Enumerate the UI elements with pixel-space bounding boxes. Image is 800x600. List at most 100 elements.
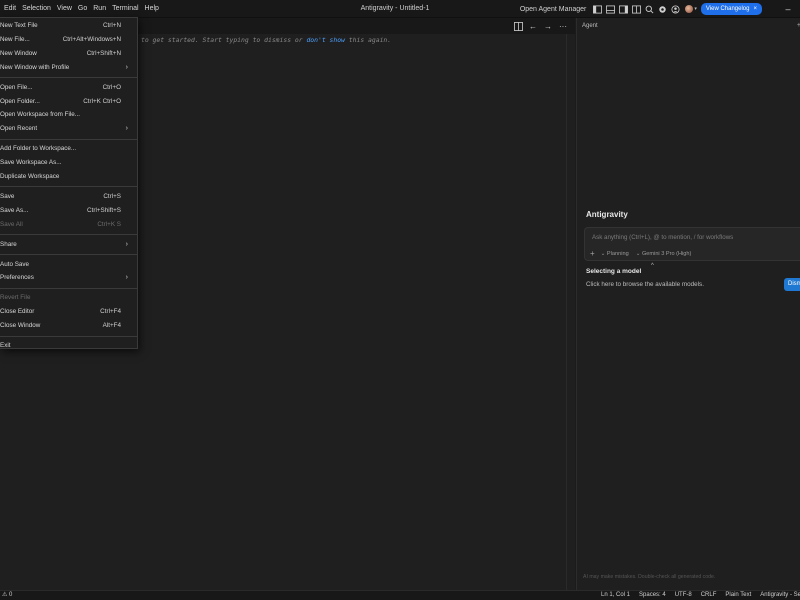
- chevron-right-icon: ›: [125, 125, 128, 133]
- menu-item-save-workspace-as[interactable]: Save Workspace As...: [0, 156, 137, 169]
- menu-item-open-workspace-from-file[interactable]: Open Workspace from File...: [0, 108, 137, 121]
- menu-item-label: Save All: [0, 220, 23, 228]
- menu-separator: [0, 186, 137, 188]
- menu-item-save[interactable]: Save Ctrl+S: [0, 190, 137, 203]
- menu-item-label: New Window: [0, 49, 37, 57]
- menu-item-label: New Text File: [0, 22, 38, 29]
- more-actions-icon[interactable]: ···: [557, 20, 569, 32]
- menu-help[interactable]: Help: [142, 0, 162, 18]
- hint-suffix: this again.: [344, 36, 392, 44]
- menu-item-shortcut: Ctrl+Alt+Windows+N: [62, 35, 121, 43]
- menu-terminal[interactable]: Terminal: [109, 0, 141, 18]
- menu-item-duplicate-workspace[interactable]: Duplicate Workspace: [0, 170, 137, 183]
- chevron-right-icon: ›: [125, 63, 128, 71]
- menu-item-save-as[interactable]: Save As... Ctrl+Shift+S: [0, 204, 137, 217]
- customize-layout-icon[interactable]: [632, 4, 642, 14]
- agent-panel-header: Agent +: [577, 18, 800, 36]
- menu-bar: Edit Selection View Go Run Terminal Help: [0, 0, 162, 18]
- menu-item-shortcut: Ctrl+K Ctrl+O: [83, 97, 121, 105]
- mode-selector[interactable]: ⌄ Planning: [601, 251, 629, 257]
- menu-separator: [0, 335, 137, 337]
- settings-gear-icon[interactable]: [658, 5, 667, 14]
- menu-item-new-window[interactable]: New Window Ctrl+Shift+N: [0, 47, 137, 60]
- indentation[interactable]: Spaces: 4: [639, 591, 666, 600]
- agent-chat-input[interactable]: Ask anything (Ctrl+L), @ to mention, / f…: [584, 227, 800, 269]
- agent-disclaimer: AI may make mistakes. Double-check all g…: [583, 574, 716, 580]
- model-notice-description[interactable]: Click here to browse the available model…: [586, 281, 704, 288]
- menu-item-save-all: Save All Ctrl+K S: [0, 218, 137, 231]
- menu-item-label: Duplicate Workspace: [0, 173, 60, 180]
- menu-selection[interactable]: Selection: [19, 0, 54, 18]
- menu-item-close-editor[interactable]: Close Editor Ctrl+F4: [0, 305, 137, 318]
- menu-item-new-window-with-profile[interactable]: New Window with Profile ›: [0, 61, 137, 74]
- menu-go[interactable]: Go: [75, 0, 90, 18]
- menu-item-add-folder-to-workspace[interactable]: Add Folder to Workspace...: [0, 142, 137, 155]
- menu-item-close-window[interactable]: Close Window Alt+F4: [0, 319, 137, 332]
- menu-item-label: Open File...: [0, 83, 33, 91]
- agent-panel-title: Agent: [582, 23, 598, 29]
- search-icon[interactable]: [645, 5, 654, 14]
- model-selector[interactable]: ⌄ Gemini 3 Pro (High): [636, 251, 692, 257]
- menu-item-shortcut: Ctrl+Shift+S: [87, 206, 121, 214]
- menu-item-label: Revert File: [0, 294, 31, 302]
- editor-scrollbar[interactable]: [566, 34, 574, 590]
- menu-item-label: Open Folder...: [0, 97, 40, 105]
- split-editor-icon[interactable]: [512, 20, 524, 32]
- menu-item-label: Auto Save: [0, 260, 30, 268]
- mode-label: Planning: [606, 250, 629, 257]
- menu-item-label: Save: [0, 192, 15, 200]
- app-status[interactable]: Antigravity - Se: [760, 591, 800, 600]
- model-label: Gemini 3 Pro (High): [641, 250, 692, 257]
- menu-separator: [0, 77, 137, 79]
- menu-run[interactable]: Run: [90, 0, 109, 18]
- menu-item-shortcut: Ctrl+Shift+N: [86, 49, 121, 57]
- menu-item-share[interactable]: Share ›: [0, 238, 137, 251]
- view-changelog-button[interactable]: View Changelog ×: [700, 3, 762, 15]
- chevron-right-icon: ›: [125, 240, 128, 248]
- open-agent-manager-button[interactable]: Open Agent Manager: [520, 6, 587, 13]
- dismiss-button[interactable]: Dism: [784, 278, 800, 291]
- back-arrow-icon[interactable]: ←: [527, 20, 539, 32]
- add-context-button[interactable]: +: [590, 249, 595, 258]
- toggle-panel-icon[interactable]: [606, 4, 616, 14]
- menu-item-open-folder[interactable]: Open Folder... Ctrl+K Ctrl+O: [0, 95, 137, 108]
- menu-separator: [0, 254, 137, 255]
- menu-item-label: Save Workspace As...: [0, 159, 62, 167]
- cursor-position[interactable]: Ln 1, Col 1: [601, 591, 630, 600]
- menu-item-preferences[interactable]: Preferences ›: [0, 271, 137, 284]
- agent-name-heading: Antigravity: [586, 210, 628, 219]
- menu-item-label: New File...: [0, 35, 30, 43]
- toggle-secondary-sidebar-icon[interactable]: [619, 4, 629, 14]
- menu-item-new-file[interactable]: New File... Ctrl+Alt+Windows+N: [0, 33, 137, 46]
- menu-item-open-file[interactable]: Open File... Ctrl+O: [0, 81, 137, 94]
- menu-item-new-text-file[interactable]: New Text File Ctrl+N: [0, 19, 137, 32]
- menu-item-exit[interactable]: Exit: [0, 339, 137, 352]
- title-bar-actions: Open Agent Manager ▾ View Changelog × –: [520, 0, 800, 18]
- title-bar: Edit Selection View Go Run Terminal Help…: [0, 0, 800, 18]
- language-mode[interactable]: Plain Text: [725, 591, 751, 600]
- app-window: Edit Selection View Go Run Terminal Help…: [0, 0, 800, 600]
- end-of-line[interactable]: CRLF: [701, 591, 717, 600]
- forward-arrow-icon[interactable]: →: [542, 20, 554, 32]
- menu-item-shortcut: Ctrl+O: [102, 83, 121, 91]
- chevron-down-icon[interactable]: ▾: [694, 6, 697, 12]
- menu-item-shortcut: Ctrl+K S: [97, 220, 121, 228]
- menu-edit[interactable]: Edit: [1, 0, 19, 18]
- dont-show-link[interactable]: don't show: [306, 36, 344, 44]
- account-icon[interactable]: [671, 4, 680, 14]
- toggle-primary-sidebar-icon[interactable]: [593, 4, 603, 14]
- minimize-window-button[interactable]: –: [776, 0, 800, 18]
- menu-item-shortcut: Ctrl+S: [103, 192, 121, 200]
- menu-view[interactable]: View: [54, 0, 75, 18]
- menu-item-revert-file: Revert File: [0, 291, 137, 304]
- problems-indicator[interactable]: ⚠ 0: [2, 591, 12, 600]
- close-icon[interactable]: ×: [753, 6, 757, 12]
- menu-separator: [0, 138, 137, 140]
- encoding[interactable]: UTF-8: [675, 591, 692, 600]
- menu-item-open-recent[interactable]: Open Recent ›: [0, 122, 137, 135]
- menu-item-auto-save[interactable]: Auto Save: [0, 258, 137, 271]
- avatar[interactable]: [685, 5, 694, 13]
- agent-input-placeholder: Ask anything (Ctrl+L), @ to mention, / f…: [592, 234, 734, 241]
- window-title: Antigravity - Untitled-1: [360, 5, 430, 12]
- tooltip-caret-icon: ^: [651, 263, 654, 269]
